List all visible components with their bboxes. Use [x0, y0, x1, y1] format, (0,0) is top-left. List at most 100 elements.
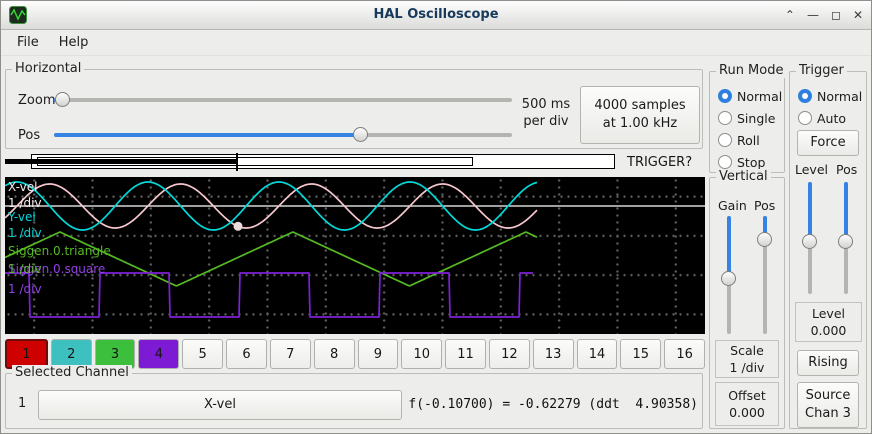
channel-button-15[interactable]: 15 — [620, 339, 661, 369]
window-controls: ⌃ — ◻ ✕ — [785, 1, 863, 29]
radio-label: Normal — [817, 89, 862, 104]
radio-icon — [718, 89, 732, 103]
trigger-source-line2: Chan 3 — [798, 405, 858, 423]
scope-channel-1-name-label: X-vel — [8, 180, 37, 194]
close-icon[interactable]: ✕ — [853, 8, 863, 22]
trigger-level-label: Level — [795, 162, 828, 177]
rate-line1: 500 ms — [516, 96, 576, 113]
radio-icon — [718, 155, 732, 169]
trigger-group-label: Trigger — [796, 63, 847, 78]
channel-button-8[interactable]: 8 — [314, 339, 355, 369]
radio-icon — [718, 133, 732, 147]
vertical-pos-slider[interactable] — [756, 216, 774, 334]
channel-button-6[interactable]: 6 — [226, 339, 267, 369]
maximize-icon[interactable]: ◻ — [831, 8, 841, 22]
channel-source-button[interactable]: X-vel — [38, 390, 402, 420]
trigger-level-readout-label: Level — [796, 305, 861, 322]
trigger-source-line1: Source — [798, 387, 858, 405]
record-settings-button[interactable]: 4000 samples at 1.00 kHz — [580, 86, 700, 144]
scope-display: X-vel 1 /div Y-vel 1 /div Siggen.0.trian… — [5, 177, 705, 334]
vertical-pos-label: Pos — [754, 198, 775, 213]
trigger-normal-radio[interactable]: Normal — [798, 86, 862, 106]
run-mode-single-radio[interactable]: Single — [718, 108, 775, 128]
channel-button-11[interactable]: 11 — [445, 339, 486, 369]
vertical-group-label: Vertical — [716, 169, 771, 184]
run-mode-group-label: Run Mode — [716, 63, 786, 78]
sample-rate-label: 500 ms per div — [516, 96, 576, 130]
gain-slider-handle[interactable] — [721, 271, 736, 286]
trigger-status-label: TRIGGER? — [627, 155, 692, 170]
gain-label: Gain — [718, 198, 747, 213]
samples-line1: 4000 samples — [581, 97, 699, 115]
shade-icon[interactable]: ⌃ — [785, 8, 795, 22]
vertical-scale-readout: Scale 1 /div — [715, 340, 779, 378]
run-mode-normal-radio[interactable]: Normal — [718, 86, 782, 106]
channel-button-14[interactable]: 14 — [577, 339, 618, 369]
radio-label: Roll — [737, 133, 760, 148]
scope-channel-2-name-label: Y-vel — [8, 210, 36, 224]
radio-label: Auto — [817, 111, 846, 126]
minimize-icon[interactable]: — — [807, 8, 819, 22]
channel-value-readout: f(-0.10700) = -0.62279 (ddt 4.90358) — [408, 397, 698, 412]
horizontal-group-label: Horizontal — [12, 61, 84, 76]
radio-icon — [798, 111, 812, 125]
gain-slider-fill — [727, 216, 731, 279]
trigger-edge-button[interactable]: Rising — [797, 350, 859, 376]
vertical-offset-readout[interactable]: Offset 0.000 — [715, 382, 779, 426]
record-position-bar — [5, 153, 617, 171]
radio-label: Single — [737, 111, 775, 126]
radio-icon — [718, 111, 732, 125]
trigger-level-handle[interactable] — [802, 234, 817, 249]
zoom-slider[interactable] — [54, 91, 512, 109]
trigger-pos-label: Pos — [836, 162, 857, 177]
samples-line2: at 1.00 kHz — [581, 115, 699, 133]
vertical-pos-handle[interactable] — [757, 232, 772, 247]
channel-button-13[interactable]: 13 — [533, 339, 574, 369]
selected-channel-group-label: Selected Channel — [12, 365, 132, 380]
selected-channel-number: 1 — [18, 396, 26, 411]
pos-slider-fill — [54, 133, 361, 137]
scope-channel-4-scale-label: 1 /div — [8, 282, 42, 296]
run-mode-group: Run Mode Normal Single Roll Stop — [709, 71, 785, 173]
channel-button-12[interactable]: 12 — [489, 339, 530, 369]
menu-help[interactable]: Help — [49, 32, 99, 53]
main-window: HAL Oscilloscope ⌃ — ◻ ✕ File Help Horiz… — [0, 0, 872, 434]
trigger-position-marker — [236, 153, 238, 171]
window-title: HAL Oscilloscope — [1, 1, 871, 29]
trigger-source-button[interactable]: Source Chan 3 — [797, 382, 859, 428]
run-mode-roll-radio[interactable]: Roll — [718, 130, 760, 150]
gain-slider[interactable] — [720, 216, 738, 334]
force-trigger-button[interactable]: Force — [797, 130, 859, 156]
trigger-group: Trigger Normal Auto Force Level Pos Leve… — [789, 71, 867, 429]
trigger-pos-slider[interactable] — [837, 182, 855, 294]
trigger-pos-fill — [844, 182, 848, 242]
radio-icon — [798, 89, 812, 103]
vertical-group: Vertical Gain Pos Scale 1 /div Offset 0.… — [709, 177, 785, 429]
trigger-level-readout-value: 0.000 — [796, 322, 861, 339]
horizontal-pos-slider[interactable] — [54, 126, 512, 144]
trigger-level-slider[interactable] — [801, 182, 819, 294]
offset-value: 0.000 — [716, 404, 778, 421]
offset-label: Offset — [716, 387, 778, 404]
scope-channel-3-name-label: Siggen.0.triangle — [8, 244, 111, 258]
menu-file[interactable]: File — [7, 32, 49, 53]
channel-button-7[interactable]: 7 — [270, 339, 311, 369]
radio-label: Stop — [737, 155, 765, 170]
horizontal-group: Horizontal Zoom 500 ms per div 4000 samp… — [5, 69, 703, 149]
channel-button-4[interactable]: 4 — [138, 339, 179, 369]
radio-label: Normal — [737, 89, 782, 104]
channel-button-10[interactable]: 10 — [401, 339, 442, 369]
titlebar: HAL Oscilloscope ⌃ — ◻ ✕ — [1, 1, 871, 30]
channel-button-5[interactable]: 5 — [182, 339, 223, 369]
zoom-label: Zoom — [18, 93, 55, 108]
pos-slider-handle[interactable] — [353, 127, 368, 142]
menubar: File Help — [1, 29, 871, 56]
trigger-auto-radio[interactable]: Auto — [798, 108, 846, 128]
selected-channel-group: Selected Channel 1 X-vel f(-0.10700) = -… — [5, 373, 703, 429]
channel-button-16[interactable]: 16 — [664, 339, 705, 369]
scale-label: Scale — [716, 342, 778, 359]
rate-line2: per div — [516, 113, 576, 130]
trigger-pos-handle[interactable] — [838, 234, 853, 249]
zoom-slider-handle[interactable] — [55, 92, 70, 107]
channel-button-9[interactable]: 9 — [358, 339, 399, 369]
